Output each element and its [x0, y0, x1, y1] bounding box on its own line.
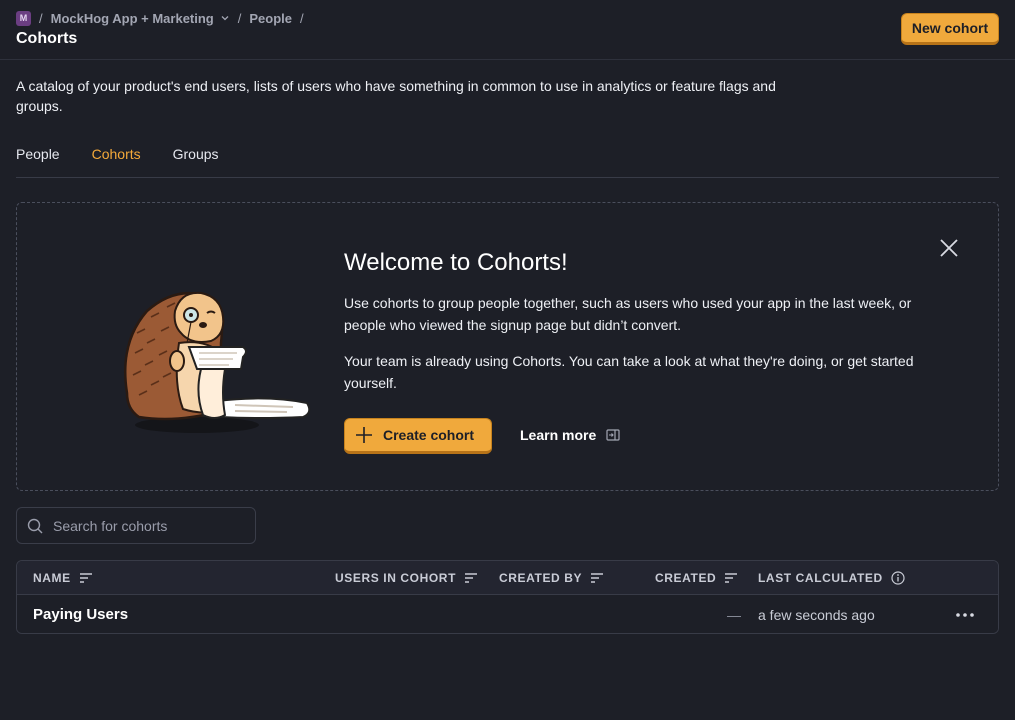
- column-label: NAME: [33, 571, 71, 585]
- sort-icon: [591, 573, 604, 583]
- page-description: A catalog of your product's end users, l…: [16, 78, 776, 114]
- column-header-created-by[interactable]: CREATED BY: [499, 561, 604, 595]
- column-label: CREATED BY: [499, 571, 583, 585]
- info-icon[interactable]: [891, 571, 905, 585]
- search-input[interactable]: [53, 517, 243, 534]
- cohorts-table: NAME USERS IN COHORT CREATED BY CREATED …: [16, 560, 999, 634]
- welcome-paragraph: Use cohorts to group people together, su…: [344, 295, 912, 333]
- breadcrumb-people[interactable]: People: [249, 11, 292, 26]
- plus-icon: [356, 427, 372, 443]
- breadcrumb-project[interactable]: MockHog App + Marketing: [51, 11, 230, 26]
- hedgehog-illustration: [123, 291, 311, 433]
- breadcrumb: M / MockHog App + Marketing / People /: [16, 10, 304, 26]
- sort-icon: [725, 573, 738, 583]
- project-name: MockHog App + Marketing: [50, 10, 214, 26]
- column-header-users[interactable]: USERS IN COHORT: [335, 561, 478, 595]
- column-label: LAST CALCULATED: [758, 571, 883, 585]
- column-header-last-calculated[interactable]: LAST CALCULATED: [758, 561, 905, 595]
- chevron-down-icon: [221, 16, 229, 21]
- close-icon[interactable]: [937, 236, 961, 260]
- create-cohort-label: Create cohort: [383, 427, 475, 443]
- breadcrumb-separator: /: [39, 10, 43, 26]
- welcome-paragraph: Your team is already using Cohorts. You …: [344, 353, 914, 391]
- column-header-name[interactable]: NAME: [33, 561, 93, 595]
- row-more-button[interactable]: [953, 595, 977, 633]
- tab-people[interactable]: People: [16, 146, 60, 178]
- learn-more-label: Learn more: [520, 427, 597, 443]
- tab-cohorts[interactable]: Cohorts: [92, 146, 141, 178]
- search-field[interactable]: [16, 507, 256, 544]
- more-horizontal-icon: [956, 612, 974, 617]
- welcome-title: Welcome to Cohorts!: [344, 249, 568, 276]
- tab-bar: People Cohorts Groups: [16, 146, 999, 178]
- welcome-panel: Welcome to Cohorts! Use cohorts to group…: [16, 202, 999, 491]
- breadcrumb-separator: /: [237, 10, 242, 26]
- cohort-last-calculated: a few seconds ago: [758, 606, 875, 623]
- column-label: USERS IN COHORT: [335, 571, 457, 585]
- cohort-created: —: [727, 606, 741, 623]
- breadcrumb-separator: /: [300, 10, 304, 26]
- tab-groups[interactable]: Groups: [173, 146, 219, 178]
- column-header-created[interactable]: CREATED: [655, 561, 738, 595]
- sort-icon: [79, 573, 92, 583]
- open-sidebar-icon: [606, 429, 620, 441]
- column-label: CREATED: [655, 571, 717, 585]
- table-row[interactable]: Paying Users — a few seconds ago: [17, 595, 998, 633]
- page-title: Cohorts: [16, 30, 78, 47]
- top-header: M / MockHog App + Marketing / People / C…: [0, 0, 1015, 60]
- create-cohort-button[interactable]: Create cohort: [344, 418, 492, 454]
- sort-icon: [465, 573, 478, 583]
- table-header: NAME USERS IN COHORT CREATED BY CREATED …: [17, 561, 998, 595]
- learn-more-link[interactable]: Learn more: [520, 427, 620, 443]
- search-icon: [27, 518, 43, 533]
- org-badge[interactable]: M: [16, 10, 31, 26]
- new-cohort-button[interactable]: New cohort: [901, 13, 999, 45]
- cohort-name-link[interactable]: Paying Users: [33, 595, 128, 633]
